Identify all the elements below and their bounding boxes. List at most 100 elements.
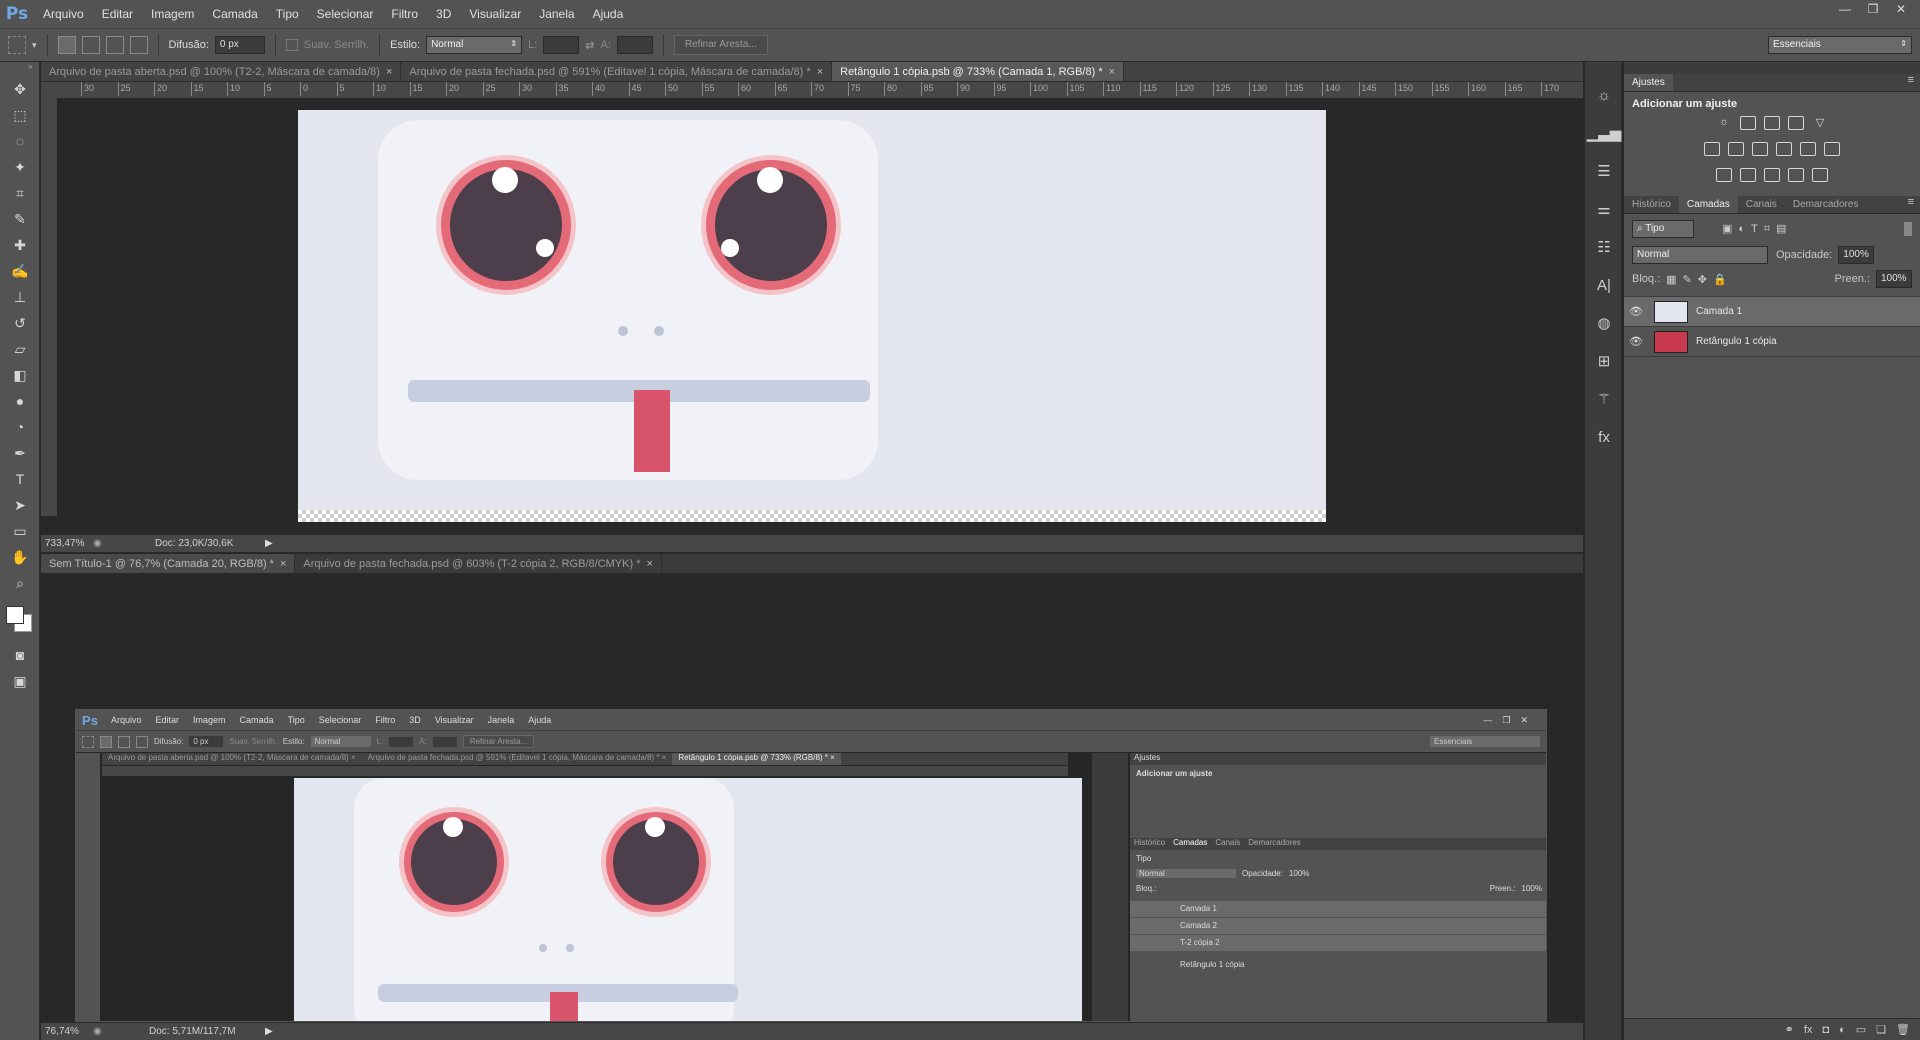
menu-filtro[interactable]: Filtro [382, 0, 427, 28]
status-menu-icon[interactable]: ▶ [265, 538, 273, 549]
crop-icon[interactable]: ⌗ [0, 180, 40, 206]
threshold-icon[interactable] [1764, 168, 1780, 182]
healing-brush-icon[interactable]: ✚ [0, 232, 40, 258]
path-select-icon[interactable]: ➤ [0, 492, 40, 518]
zoom-icon[interactable]: ⌕ [0, 570, 40, 596]
hue-saturation-icon[interactable] [1704, 142, 1720, 156]
refine-edge-button[interactable]: Refinar Aresta... [673, 35, 768, 55]
opacity-input[interactable]: 100% [1838, 246, 1875, 264]
vibrance-icon[interactable]: ▽ [1812, 116, 1828, 130]
status-menu-icon[interactable]: ▶ [265, 1026, 273, 1037]
menu-janela[interactable]: Janela [530, 0, 583, 28]
tab-pasta-fechada[interactable]: Arquivo de pasta fechada.psd @ 591% (Edi… [401, 62, 833, 81]
height-input[interactable] [616, 36, 653, 54]
close-tab-icon[interactable]: × [1109, 66, 1115, 78]
brightness-icon[interactable]: ☼ [1716, 116, 1732, 130]
zoom-value[interactable]: 733,47% [41, 538, 93, 549]
layer-filter-select[interactable]: ⌕ Tipo [1632, 220, 1694, 238]
close-tab-icon[interactable]: × [817, 66, 823, 78]
folder-icon[interactable]: ▭ [1856, 1023, 1866, 1036]
foreground-color-swatch[interactable] [6, 606, 24, 624]
magic-wand-icon[interactable]: ✦ [0, 154, 40, 180]
lock-icons[interactable]: ▦✎✥🔒 [1666, 273, 1733, 286]
menu-3d[interactable]: 3D [427, 0, 460, 28]
blur-icon[interactable]: ● [0, 388, 40, 414]
minimize-icon[interactable]: — [1832, 0, 1858, 18]
canvas-image[interactable] [298, 110, 1326, 522]
menu-editar[interactable]: Editar [93, 0, 142, 28]
pen-icon[interactable]: ✒ [0, 440, 40, 466]
feather-input[interactable]: 0 px [214, 36, 265, 54]
posterize-icon[interactable] [1740, 168, 1756, 182]
tab-retangulo-copia[interactable]: Retângulo 1 cópia.psb @ 733% (Camada 1, … [832, 62, 1125, 81]
marquee-preset-icon[interactable] [8, 36, 26, 54]
brush-preset-icon[interactable]: ⚚ [1585, 380, 1623, 418]
width-input[interactable] [543, 36, 580, 54]
swap-icon[interactable]: ⇄ [585, 39, 594, 52]
link-icon[interactable]: ⚭ [1785, 1023, 1794, 1036]
intersect-selection-icon[interactable] [129, 36, 148, 54]
character-icon[interactable]: A| [1585, 266, 1623, 304]
paragraph-icon[interactable]: ☷ [1585, 228, 1623, 266]
grid-icon[interactable]: ⊞ [1585, 342, 1623, 380]
filter-icons[interactable]: ▣◐T⌗▤ [1722, 222, 1792, 236]
tab-pasta-aberta[interactable]: Arquivo de pasta aberta.psd @ 100% (T2-2… [41, 62, 402, 81]
add-selection-icon[interactable] [81, 36, 100, 54]
workspace-select[interactable]: Essenciais ⇕ [1768, 36, 1912, 54]
panel-menu-icon[interactable]: ≡ [1908, 196, 1920, 213]
zoom-value[interactable]: 76,74% [41, 1026, 93, 1037]
tab-historico[interactable]: Histórico [1624, 196, 1679, 213]
color-swatches[interactable] [0, 602, 39, 642]
layer-row-retangulo[interactable]: 👁 Retângulo 1 cópia [1624, 327, 1920, 357]
menu-imagem[interactable]: Imagem [142, 0, 203, 28]
history-brush-icon[interactable]: ↺ [0, 310, 40, 336]
channel-mixer-icon[interactable] [1800, 142, 1816, 156]
visibility-eye-icon[interactable]: 👁 [1624, 335, 1648, 348]
screen-mode-icon[interactable]: ▣ [0, 668, 40, 694]
status-icon[interactable]: ◉ [93, 538, 115, 549]
adjustment-icon[interactable]: ◐ [1839, 1024, 1846, 1036]
close-tab-icon[interactable]: × [386, 66, 392, 78]
menu-ajuda[interactable]: Ajuda [584, 0, 633, 28]
visibility-eye-icon[interactable]: 👁 [1624, 305, 1648, 318]
curves-icon[interactable] [1764, 116, 1780, 130]
black-white-icon[interactable] [1752, 142, 1768, 156]
color-balance-icon[interactable] [1728, 142, 1744, 156]
marquee-icon[interactable]: ⬚ [0, 102, 40, 128]
tab-sem-titulo[interactable]: Sem Título-1 @ 76,7% (Camada 20, RGB/8) … [41, 554, 296, 573]
trash-icon[interactable]: 🗑 [1896, 1023, 1910, 1036]
type-icon[interactable]: T [0, 466, 40, 492]
new-layer-icon[interactable]: ❏ [1876, 1023, 1886, 1036]
dodge-icon[interactable]: ◔ [0, 414, 40, 440]
close-tab-icon[interactable]: × [280, 558, 286, 570]
menu-camada[interactable]: Camada [203, 0, 266, 28]
rectangle-icon[interactable]: ▭ [0, 518, 40, 544]
style-select[interactable]: Normal ⇕ [426, 36, 523, 54]
tab-camadas[interactable]: Camadas [1678, 196, 1738, 213]
status-icon[interactable]: ◉ [93, 1026, 115, 1037]
chevron-down-icon[interactable]: ▾ [32, 40, 37, 51]
eraser-icon[interactable]: ▱ [0, 336, 40, 362]
subtract-selection-icon[interactable] [105, 36, 124, 54]
levels-icon[interactable] [1740, 116, 1756, 130]
photo-filter-icon[interactable] [1776, 142, 1792, 156]
menu-selecionar[interactable]: Selecionar [308, 0, 383, 28]
exposure-icon[interactable] [1788, 116, 1804, 130]
eyedropper-icon[interactable]: ✎ [0, 206, 40, 232]
fill-input[interactable]: 100% [1876, 270, 1912, 288]
invert-icon[interactable] [1716, 168, 1732, 182]
sun-icon[interactable]: ☼ [1585, 76, 1623, 114]
tab-demarcadores[interactable]: Demarcadores [1785, 196, 1867, 213]
collapse-icon[interactable]: » [0, 62, 39, 76]
close-icon[interactable]: ✕ [1888, 0, 1914, 18]
hand-icon[interactable]: ✋ [0, 544, 40, 570]
selective-color-icon[interactable] [1788, 168, 1804, 182]
paint-bucket-icon[interactable]: ◧ [0, 362, 40, 388]
close-tab-icon[interactable]: × [646, 558, 652, 570]
layer-row-camada-1[interactable]: 👁 Camada 1 [1624, 297, 1920, 327]
antialias-checkbox[interactable] [285, 39, 298, 51]
histogram-icon[interactable]: ▁▃▅ [1585, 114, 1623, 152]
menu-tipo[interactable]: Tipo [267, 0, 308, 28]
quick-mask-icon[interactable]: ◙ [0, 642, 40, 668]
clone-stamp-icon[interactable]: ⊥ [0, 284, 40, 310]
